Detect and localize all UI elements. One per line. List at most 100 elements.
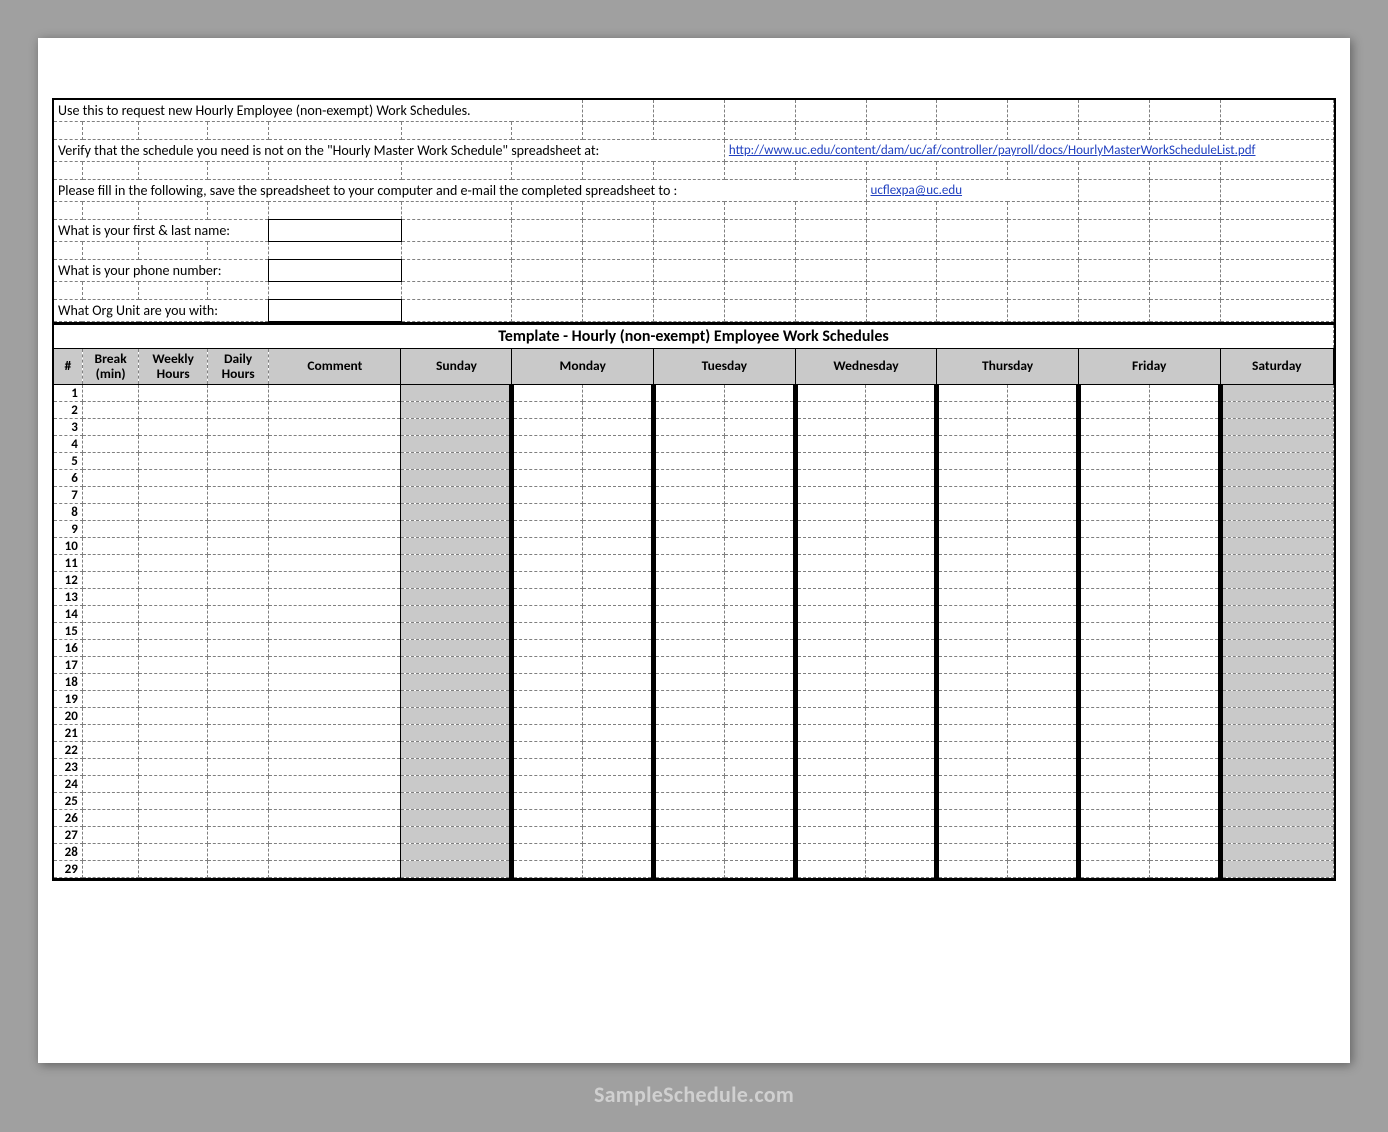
cell-thursday-a[interactable] (937, 691, 1008, 708)
cell-daily[interactable] (207, 640, 268, 657)
cell-weekly[interactable] (139, 810, 207, 827)
cell-wednesday-a[interactable] (795, 572, 866, 589)
master-schedule-link[interactable]: http://www.uc.edu/content/dam/uc/af/cont… (724, 140, 1333, 162)
cell-break[interactable] (82, 657, 139, 674)
cell-friday-a[interactable] (1078, 436, 1149, 453)
cell-thursday-a[interactable] (937, 419, 1008, 436)
cell-weekly[interactable] (139, 657, 207, 674)
cell-wednesday-a[interactable] (795, 453, 866, 470)
cell-saturday[interactable] (1220, 589, 1333, 606)
cell-tuesday-b[interactable] (724, 861, 795, 878)
cell-thursday-b[interactable] (1008, 453, 1079, 470)
cell-thursday-a[interactable] (937, 742, 1008, 759)
cell-thursday-a[interactable] (937, 521, 1008, 538)
cell-tuesday-b[interactable] (724, 657, 795, 674)
cell-weekly[interactable] (139, 572, 207, 589)
cell-thursday-b[interactable] (1008, 402, 1079, 419)
cell-wednesday-a[interactable] (795, 861, 866, 878)
cell-wednesday-b[interactable] (866, 776, 937, 793)
cell-daily[interactable] (207, 487, 268, 504)
cell-wednesday-b[interactable] (866, 793, 937, 810)
cell-friday-a[interactable] (1078, 861, 1149, 878)
cell-thursday-b[interactable] (1008, 861, 1079, 878)
cell-daily[interactable] (207, 844, 268, 861)
cell-saturday[interactable] (1220, 504, 1333, 521)
cell-daily[interactable] (207, 725, 268, 742)
cell-friday-b[interactable] (1149, 606, 1220, 623)
cell-tuesday-a[interactable] (654, 402, 725, 419)
cell-comment[interactable] (269, 402, 401, 419)
email-link[interactable]: ucflexpa@uc.edu (866, 180, 1078, 202)
cell-friday-b[interactable] (1149, 623, 1220, 640)
cell-thursday-b[interactable] (1008, 487, 1079, 504)
cell-friday-b[interactable] (1149, 640, 1220, 657)
cell-monday-b[interactable] (583, 470, 654, 487)
cell-break[interactable] (82, 691, 139, 708)
cell-wednesday-b[interactable] (866, 657, 937, 674)
cell-thursday-a[interactable] (937, 538, 1008, 555)
cell-friday-b[interactable] (1149, 725, 1220, 742)
cell-monday-b[interactable] (583, 776, 654, 793)
cell-sunday[interactable] (401, 725, 512, 742)
cell-weekly[interactable] (139, 827, 207, 844)
cell-friday-a[interactable] (1078, 521, 1149, 538)
cell-thursday-b[interactable] (1008, 742, 1079, 759)
cell-wednesday-b[interactable] (866, 691, 937, 708)
cell-weekly[interactable] (139, 402, 207, 419)
cell-break[interactable] (82, 504, 139, 521)
cell-tuesday-b[interactable] (724, 674, 795, 691)
cell-thursday-a[interactable] (937, 402, 1008, 419)
cell-monday-b[interactable] (583, 419, 654, 436)
cell-tuesday-b[interactable] (724, 419, 795, 436)
cell-monday-a[interactable] (512, 776, 583, 793)
cell-friday-b[interactable] (1149, 827, 1220, 844)
cell-comment[interactable] (269, 827, 401, 844)
cell-daily[interactable] (207, 402, 268, 419)
cell-break[interactable] (82, 555, 139, 572)
cell-wednesday-b[interactable] (866, 827, 937, 844)
cell-monday-a[interactable] (512, 521, 583, 538)
cell-thursday-a[interactable] (937, 861, 1008, 878)
cell-tuesday-a[interactable] (654, 572, 725, 589)
cell-monday-a[interactable] (512, 470, 583, 487)
cell-monday-b[interactable] (583, 572, 654, 589)
cell-wednesday-b[interactable] (866, 504, 937, 521)
cell-sunday[interactable] (401, 793, 512, 810)
cell-break[interactable] (82, 487, 139, 504)
cell-weekly[interactable] (139, 538, 207, 555)
cell-thursday-b[interactable] (1008, 521, 1079, 538)
cell-friday-a[interactable] (1078, 691, 1149, 708)
cell-thursday-b[interactable] (1008, 470, 1079, 487)
cell-weekly[interactable] (139, 419, 207, 436)
cell-friday-a[interactable] (1078, 674, 1149, 691)
cell-thursday-b[interactable] (1008, 385, 1079, 402)
cell-sunday[interactable] (401, 861, 512, 878)
cell-wednesday-b[interactable] (866, 555, 937, 572)
cell-comment[interactable] (269, 470, 401, 487)
cell-sunday[interactable] (401, 504, 512, 521)
cell-tuesday-a[interactable] (654, 861, 725, 878)
cell-weekly[interactable] (139, 470, 207, 487)
cell-monday-a[interactable] (512, 436, 583, 453)
cell-tuesday-b[interactable] (724, 827, 795, 844)
cell-friday-b[interactable] (1149, 759, 1220, 776)
cell-monday-a[interactable] (512, 708, 583, 725)
cell-wednesday-a[interactable] (795, 419, 866, 436)
cell-saturday[interactable] (1220, 538, 1333, 555)
cell-monday-b[interactable] (583, 725, 654, 742)
cell-tuesday-b[interactable] (724, 453, 795, 470)
cell-monday-a[interactable] (512, 759, 583, 776)
cell-sunday[interactable] (401, 606, 512, 623)
cell-monday-b[interactable] (583, 487, 654, 504)
cell-comment[interactable] (269, 861, 401, 878)
cell-monday-b[interactable] (583, 844, 654, 861)
cell-saturday[interactable] (1220, 725, 1333, 742)
cell-monday-b[interactable] (583, 436, 654, 453)
cell-tuesday-a[interactable] (654, 487, 725, 504)
cell-weekly[interactable] (139, 555, 207, 572)
cell-thursday-b[interactable] (1008, 589, 1079, 606)
cell-wednesday-b[interactable] (866, 861, 937, 878)
cell-monday-a[interactable] (512, 827, 583, 844)
cell-sunday[interactable] (401, 759, 512, 776)
cell-tuesday-b[interactable] (724, 725, 795, 742)
